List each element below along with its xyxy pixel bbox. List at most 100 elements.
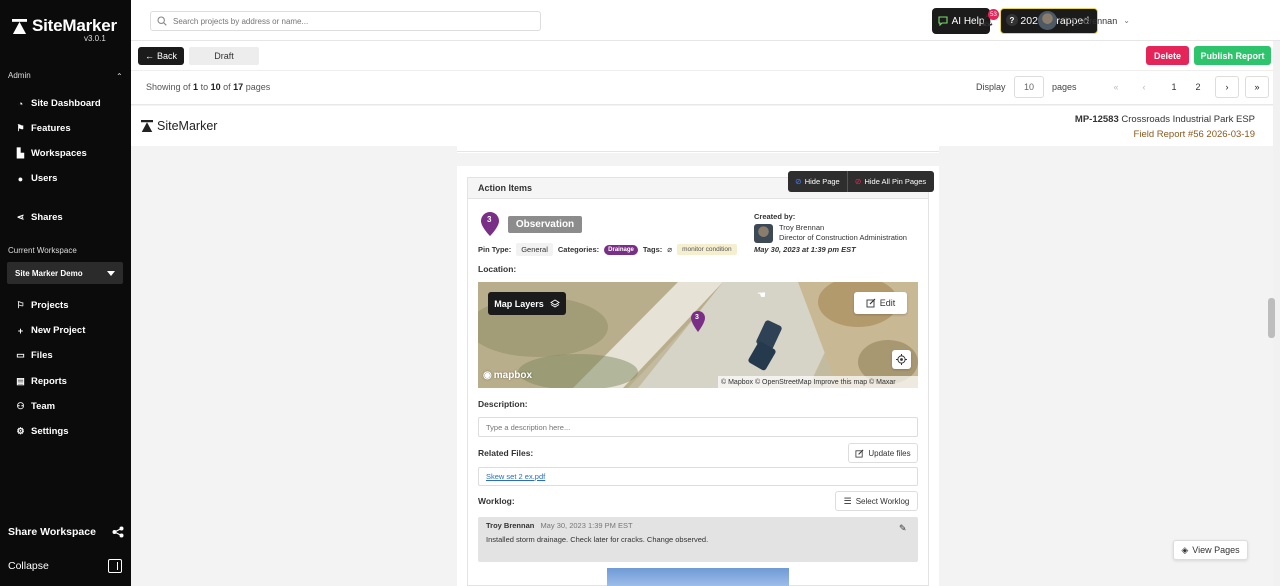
report-project-info: MP-12583 Crossroads Industrial Park ESP … [1075, 112, 1255, 142]
user-menu[interactable]: Troy Brennan ⌄ [1038, 11, 1130, 30]
edit-icon[interactable]: ✎ [899, 523, 907, 534]
page-size-input[interactable]: 10 [1014, 76, 1044, 98]
collapse-label: Collapse [8, 560, 49, 572]
collapse-sidebar-button[interactable]: Collapse [8, 559, 122, 573]
sidebar-item-projects[interactable]: ⚐ Projects [16, 300, 69, 311]
update-files-label: Update files [868, 448, 911, 458]
hide-page-label: Hide Page [804, 177, 840, 186]
update-files-button[interactable]: Update files [848, 443, 918, 463]
worklog-entry-header: Troy Brennan May 30, 2023 1:39 PM EST [486, 521, 633, 530]
chevron-down-icon: ⌄ [1123, 16, 1130, 25]
sidebar: SiteMarker v3.0.1 Admin ⌃ ◔ Site Dashboa… [0, 0, 131, 586]
hide-all-pin-pages-button[interactable]: ⊘ Hide All Pin Pages [846, 171, 933, 192]
sidebar-item-files[interactable]: ▭ Files [16, 350, 52, 361]
field-report-label: Field Report #56 2026-03-19 [1133, 129, 1255, 140]
category-chip: Drainage [604, 244, 638, 255]
clipboard-icon: ▤ [16, 376, 25, 386]
arrow-left-icon: ← [144, 51, 154, 61]
page-visibility-controls: ⊘ Hide Page ⊘ Hide All Pin Pages [788, 171, 934, 192]
chat-icon [938, 16, 948, 26]
sidebar-item-settings[interactable]: ⚙ Settings [16, 426, 68, 437]
plus-icon: + [17, 325, 24, 336]
action-items-title: Action Items [478, 183, 533, 193]
showing-from: 1 [193, 82, 199, 92]
sidebar-item-team[interactable]: ⚇ Team [16, 401, 55, 412]
hide-page-button[interactable]: ⊘ Hide Page [788, 171, 847, 192]
double-chevron-right-icon: » [1254, 82, 1260, 92]
sidebar-item-label: Features [31, 123, 71, 134]
back-button[interactable]: ← Back [138, 47, 184, 65]
showing-of-word: of [223, 82, 231, 92]
share-workspace-button[interactable]: Share Workspace [8, 526, 124, 538]
sidebar-item-workspaces[interactable]: ▙ Workspaces [16, 148, 87, 159]
search-box[interactable] [150, 11, 541, 31]
pin-type-chip: General [516, 243, 553, 256]
flag-outline-icon: ⚐ [16, 300, 25, 310]
report-header: SiteMarker MP-12583 Crossroads Industria… [131, 106, 1273, 146]
showing-to: 10 [210, 82, 221, 92]
chevron-down-icon [107, 270, 115, 276]
description-input[interactable] [486, 422, 906, 432]
showing-suffix: pages [245, 82, 271, 92]
map-layers-label: Map Layers [494, 298, 544, 309]
search-input[interactable] [173, 16, 513, 26]
dashboard-icon: ◔ [17, 98, 24, 109]
status-badge: Draft [189, 47, 259, 65]
delete-button[interactable]: Delete [1146, 46, 1189, 65]
last-page-button[interactable]: » [1245, 76, 1269, 98]
sitemarker-logo-icon [12, 18, 27, 34]
folder-icon: ▭ [16, 350, 25, 360]
location-label: Location: [478, 264, 517, 274]
share-icon [112, 526, 124, 538]
sidebar-item-site-dashboard[interactable]: ◔ Site Dashboard [16, 98, 101, 109]
prev-page-button[interactable]: ‹ [1132, 76, 1156, 98]
map-layers-button[interactable]: Map Layers [488, 292, 566, 315]
page-1-button[interactable]: 1 [1162, 76, 1186, 98]
help-icon[interactable]: ? [1006, 14, 1018, 26]
description-field[interactable] [478, 417, 918, 437]
report-brand-name: SiteMarker [157, 119, 218, 133]
chevron-left-icon: ‹ [1142, 82, 1146, 92]
double-chevron-left-icon: « [1113, 82, 1119, 92]
attached-photo[interactable] [607, 568, 789, 586]
select-worklog-label: Select Worklog [855, 496, 910, 506]
page-2-button[interactable]: 2 [1186, 76, 1210, 98]
user-name: Troy Brennan [1063, 15, 1118, 26]
showing-total: 17 [233, 82, 244, 92]
publish-report-button[interactable]: Publish Report [1194, 46, 1271, 65]
pointer-hand-icon: ☚ [757, 290, 766, 301]
tags-label: Tags: [642, 245, 663, 254]
admin-collapse-caret[interactable]: ⌃ [116, 72, 123, 81]
mapbox-mark-icon: ◉ [483, 370, 492, 381]
select-worklog-button[interactable]: ☰ Select Worklog [835, 491, 918, 511]
scrollbar-thumb[interactable] [1268, 298, 1275, 338]
first-page-button[interactable]: « [1104, 76, 1128, 98]
description-label: Description: [478, 399, 528, 409]
sidebar-item-features[interactable]: ⚑ Features [16, 123, 71, 134]
categories-label: Categories: [557, 245, 600, 254]
creator-title: Director of Construction Administration [779, 233, 907, 242]
app-version: v3.0.1 [84, 34, 106, 43]
file-link[interactable]: Skew set 2 ex.pdf [486, 472, 545, 481]
next-page-button[interactable]: › [1215, 76, 1239, 98]
view-pages-button[interactable]: ◈ View Pages [1173, 540, 1248, 560]
showing-summary: Showing of 1 to 10 of 17 pages [146, 82, 270, 92]
mapbox-logo: ◉ mapbox [483, 370, 532, 381]
sidebar-item-label: Workspaces [31, 148, 87, 159]
sidebar-item-shares[interactable]: ⋖ Shares [16, 212, 63, 223]
edit-icon [866, 298, 876, 308]
project-name: Crossroads Industrial Park ESP [1121, 114, 1255, 125]
map-attribution[interactable]: © Mapbox © OpenStreetMap Improve this ma… [718, 376, 918, 388]
current-workspace-label: Current Workspace [8, 246, 77, 255]
sidebar-item-reports[interactable]: ▤ Reports [16, 376, 67, 387]
creator-name: Troy Brennan [779, 223, 825, 232]
previous-page-bottom [457, 146, 939, 152]
app-logo[interactable]: SiteMarker [12, 16, 117, 36]
sidebar-item-label: Projects [31, 300, 69, 311]
list-icon: ☰ [843, 495, 852, 506]
locate-button[interactable] [892, 350, 911, 369]
workspace-select[interactable]: Site Marker Demo [7, 262, 123, 284]
map-edit-button[interactable]: Edit [854, 292, 907, 314]
sidebar-item-users[interactable]: ● Users [16, 173, 58, 184]
sidebar-item-new-project[interactable]: + New Project [16, 325, 86, 336]
